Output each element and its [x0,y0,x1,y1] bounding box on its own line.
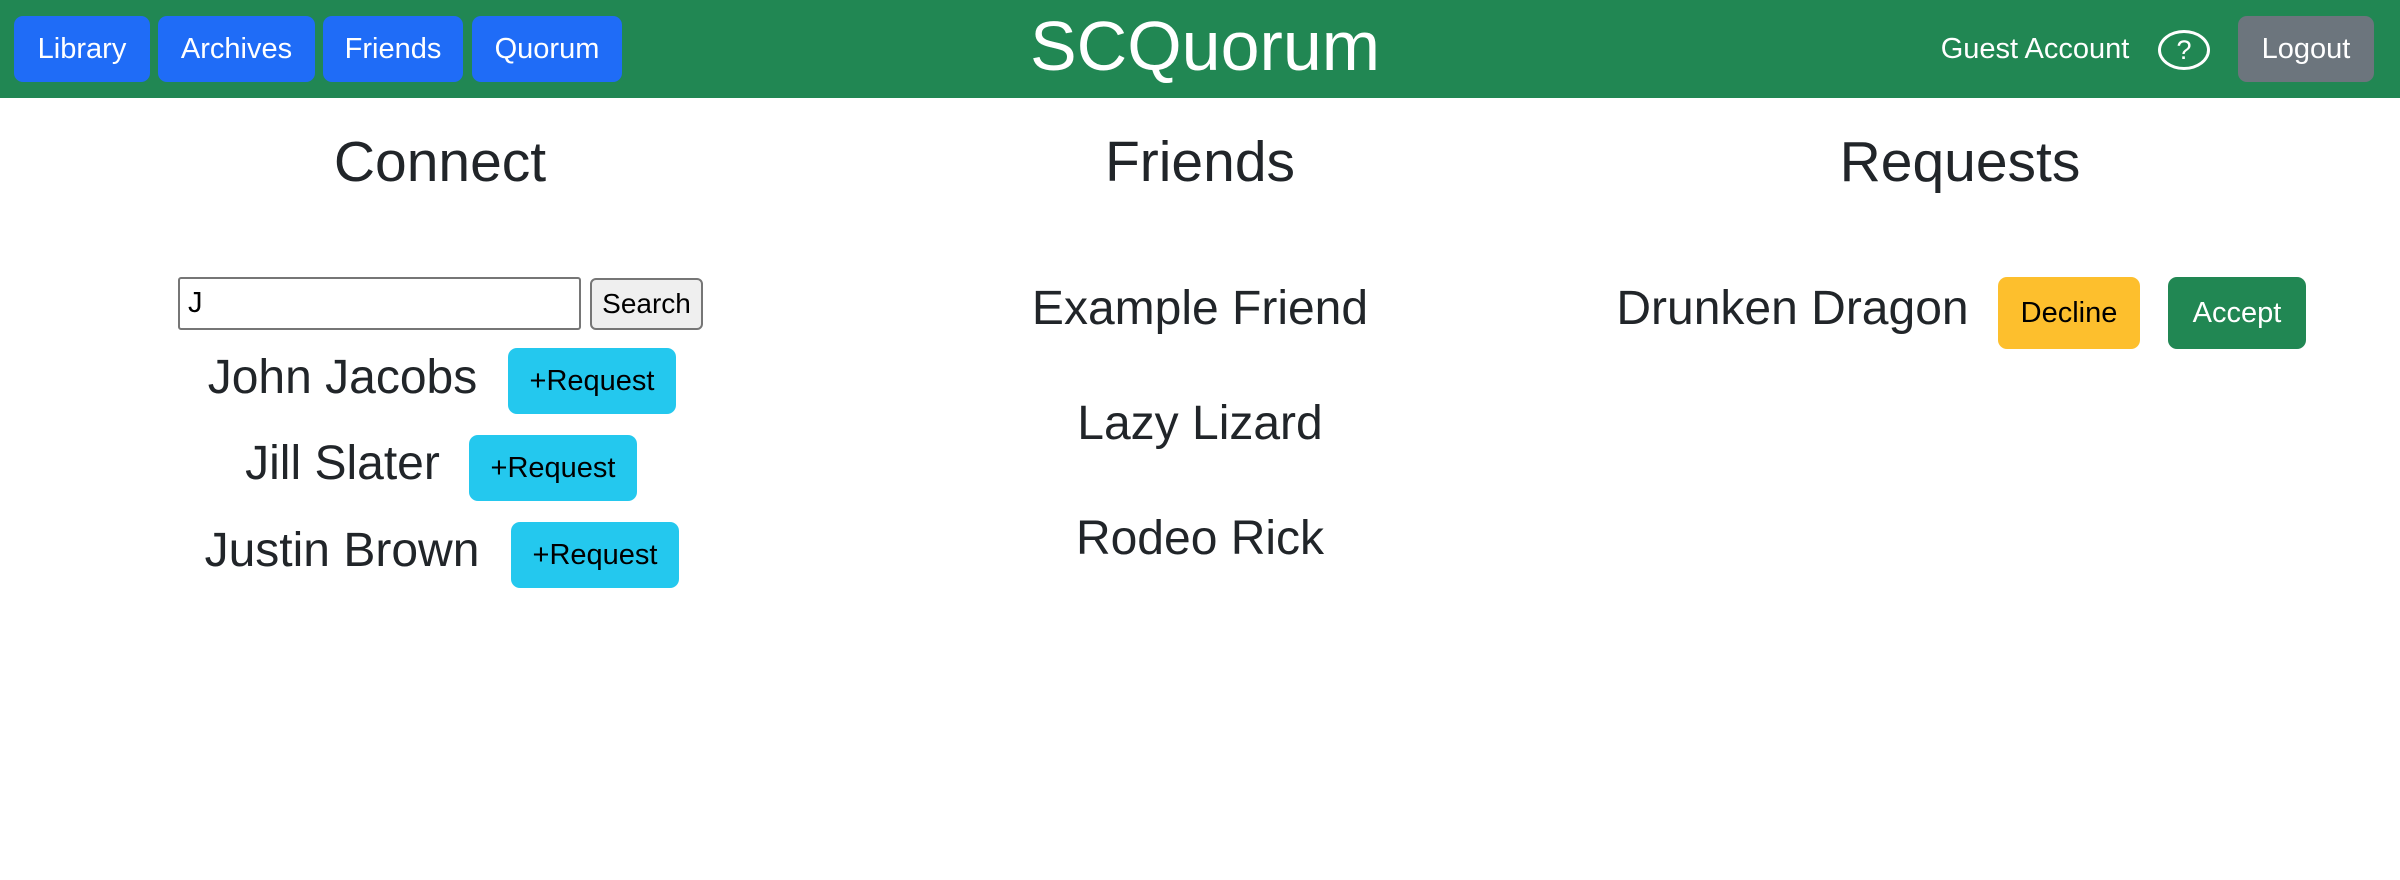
connect-heading: Connect [333,130,547,194]
top-navbar: Library Archives Friends Quorum SCQuorum… [0,0,2400,98]
logout-button[interactable]: Logout [2238,16,2374,82]
requests-heading: Requests [1839,130,2081,194]
search-result-name: John Jacobs [207,350,478,404]
friend-list-item: Rodeo Rick [1075,511,1325,565]
accept-request-button[interactable]: Accept [2168,277,2306,349]
nav-library-button[interactable]: Library [14,16,150,82]
request-friend-button[interactable]: +Request [469,435,637,501]
brand-title[interactable]: SCQuorum [1030,2,1380,90]
account-label: Guest Account [1940,32,2130,65]
request-friend-button[interactable]: +Request [508,348,676,414]
search-result-name: Justin Brown [204,523,480,577]
friend-list-item: Lazy Lizard [1077,396,1323,450]
nav-friends-button[interactable]: Friends [323,16,463,82]
nav-archives-button[interactable]: Archives [158,16,315,82]
request-sender-name: Drunken Dragon [1616,281,1969,335]
user-search-input[interactable] [178,277,581,330]
search-result-name: Jill Slater [245,436,440,490]
help-icon[interactable]: ? [2158,30,2210,70]
decline-request-button[interactable]: Decline [1998,277,2140,349]
search-button[interactable]: Search [590,278,703,330]
nav-quorum-button[interactable]: Quorum [472,16,622,82]
friends-heading: Friends [1104,130,1296,194]
friend-list-item: Example Friend [1031,281,1369,335]
request-friend-button[interactable]: +Request [511,522,679,588]
